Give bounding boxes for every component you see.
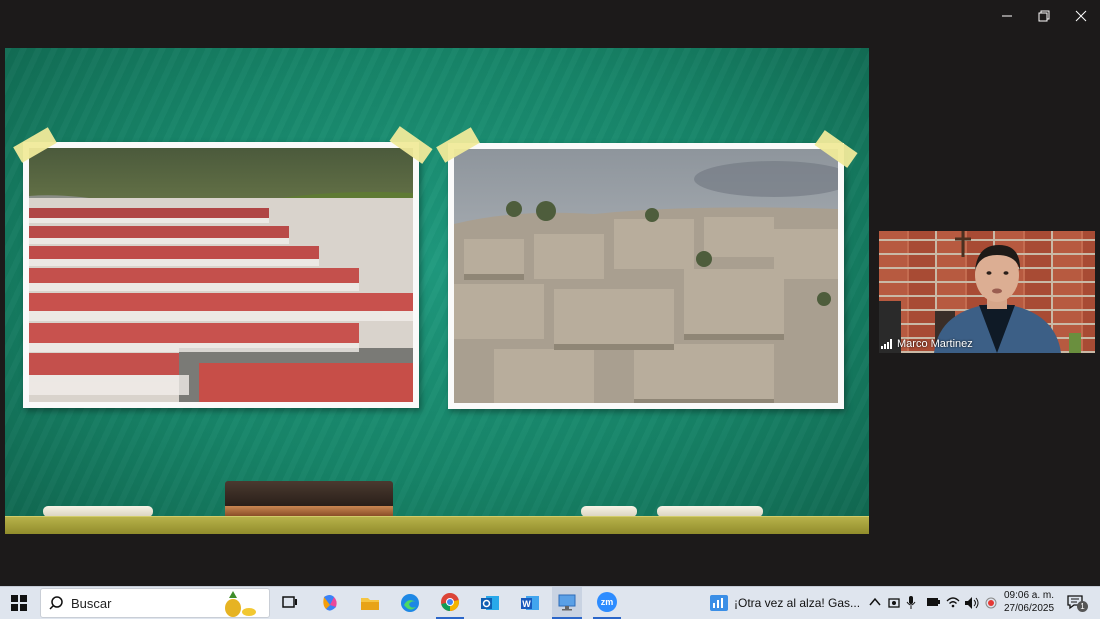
participant-name-label: Marco Martinez [881, 336, 973, 351]
hillside-settlement-photo [448, 143, 844, 409]
edge-button[interactable] [396, 587, 424, 619]
copilot-button[interactable] [316, 587, 344, 619]
file-explorer-icon [361, 598, 379, 610]
word-icon: W [521, 596, 539, 610]
outlook-button[interactable] [476, 587, 504, 619]
remote-desktop-icon [558, 594, 576, 611]
start-button[interactable] [4, 587, 34, 619]
shared-screen [5, 48, 869, 534]
task-view-button[interactable] [276, 587, 304, 619]
file-explorer-button[interactable] [356, 587, 384, 619]
remote-desktop-button[interactable] [552, 587, 582, 619]
restore-icon [1038, 10, 1050, 22]
window-titlebar [0, 0, 1100, 40]
search-icon [49, 596, 63, 610]
copilot-icon [323, 595, 337, 611]
notifications-button[interactable]: 1 [1064, 587, 1088, 619]
close-button[interactable] [1062, 0, 1100, 32]
participant-video-tile[interactable]: Marco Martinez [879, 231, 1095, 353]
restore-button[interactable] [1025, 0, 1063, 32]
news-chart-icon [710, 595, 728, 611]
taskbar-search-box[interactable]: Buscar [40, 588, 270, 618]
word-button[interactable]: W [516, 587, 544, 619]
row-houses-image [29, 148, 413, 402]
outlook-icon [481, 596, 499, 610]
recording-indicator-icon[interactable] [985, 596, 997, 610]
participant-avatar [879, 231, 1081, 353]
windows-taskbar: Buscar W zm ¡Otra vez al alza! Gas... 09… [0, 586, 1100, 619]
wifi-icon[interactable] [946, 596, 960, 608]
microphone-icon[interactable] [906, 596, 916, 610]
notification-count-badge: 1 [1077, 601, 1088, 612]
search-label: Buscar [71, 595, 112, 611]
task-view-icon [282, 596, 297, 608]
windows-logo-icon [11, 595, 27, 611]
zoom-button[interactable]: zm [593, 587, 621, 619]
news-widget[interactable]: ¡Otra vez al alza! Gas... [710, 587, 860, 619]
close-icon [1075, 10, 1087, 22]
camera-in-use-icon[interactable] [888, 596, 900, 610]
minimize-icon [1002, 15, 1012, 17]
system-clock[interactable]: 09:06 a. m. 27/06/2025 [1000, 589, 1058, 615]
clock-date: 27/06/2025 [1003, 603, 1055, 614]
participant-name: Marco Martinez [897, 337, 973, 350]
zoom-icon: zm [597, 592, 617, 612]
hillside-settlement-image [454, 149, 838, 403]
pineapple-search-highlight-icon [225, 591, 256, 617]
svg-text:W: W [522, 599, 531, 609]
chalkboard-ledge [5, 516, 869, 534]
battery-icon[interactable] [926, 596, 940, 608]
chrome-icon [441, 593, 459, 611]
chevron-up-icon[interactable] [869, 596, 881, 608]
chrome-button[interactable] [436, 587, 464, 619]
row-houses-photo [23, 142, 419, 408]
clock-time: 09:06 a. m. [1003, 590, 1055, 601]
volume-icon[interactable] [964, 596, 980, 610]
minimize-button[interactable] [988, 0, 1026, 32]
edge-icon [401, 594, 419, 612]
chalkboard-eraser [225, 481, 393, 516]
signal-strength-icon [881, 338, 892, 349]
news-headline: ¡Otra vez al alza! Gas... [734, 596, 861, 610]
